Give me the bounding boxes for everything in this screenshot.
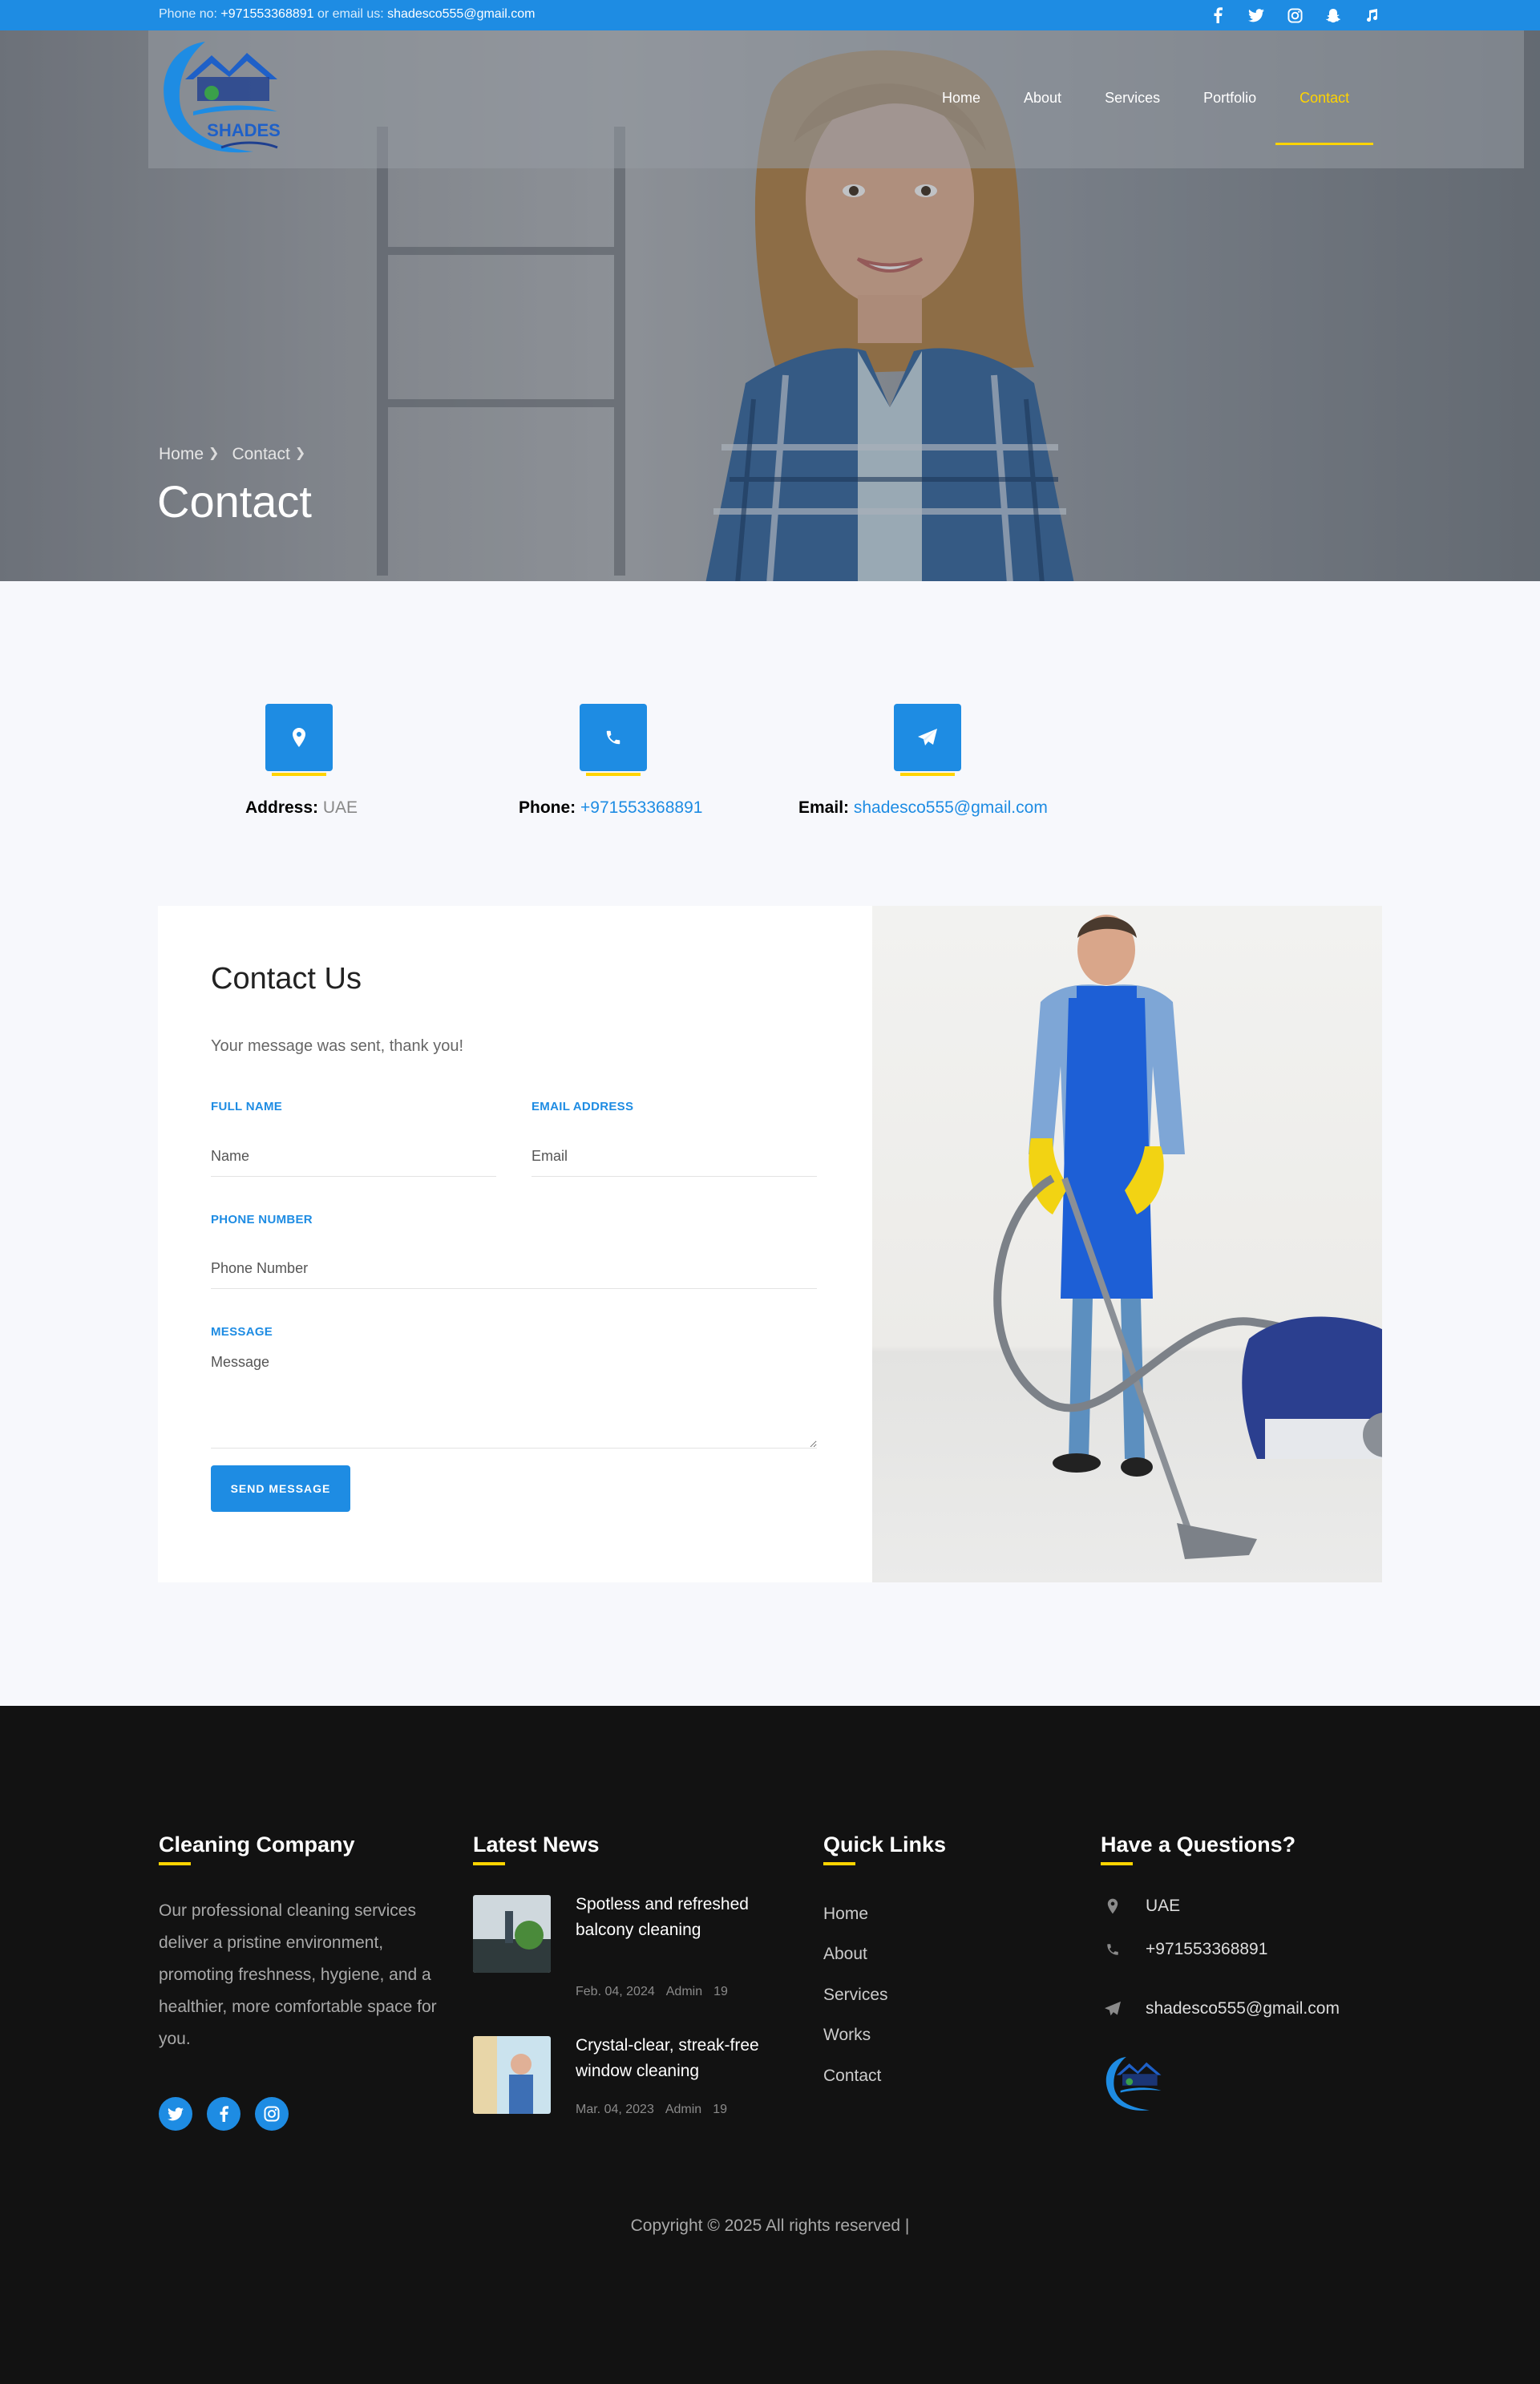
copyright: Copyright © 2025 All rights reserved | [630, 2216, 910, 2235]
page-title: Contact [157, 476, 312, 527]
phone-number-label: PHONE NUMBER [211, 1213, 313, 1226]
email-address-label: EMAIL ADDRESS [532, 1100, 634, 1113]
top-contact-info: Phone no: +971553368891 or email us: sha… [159, 7, 535, 22]
message-field[interactable] [211, 1351, 817, 1449]
address-label: Address: [245, 798, 319, 817]
instagram-icon[interactable] [255, 2097, 289, 2131]
top-social-links [1208, 6, 1381, 25]
news-comments[interactable]: 19 [713, 1985, 728, 1999]
full-name-label: FULL NAME [211, 1100, 283, 1113]
message-label: MESSAGE [211, 1325, 273, 1339]
footer-social-links [159, 2097, 289, 2131]
top-phone-link[interactable]: +971553368891 [220, 7, 313, 21]
twitter-icon[interactable] [159, 2097, 192, 2131]
music-icon[interactable] [1362, 6, 1381, 25]
footer-questions-heading: Have a Questions? [1101, 1832, 1296, 1865]
snapchat-icon[interactable] [1324, 6, 1343, 25]
email-info: Email: shadesco555@gmail.com [798, 798, 1048, 818]
paper-plane-icon [918, 729, 937, 746]
email-field[interactable] [532, 1137, 817, 1177]
phone-icon [606, 730, 620, 745]
man-with-vacuum-image [993, 915, 1382, 1559]
nav-contact[interactable]: Contact [1278, 90, 1371, 107]
phone-label: Phone no: [159, 7, 217, 21]
news-comments[interactable]: 19 [713, 2103, 727, 2117]
nav-active-indicator [1275, 143, 1373, 145]
footer-address-text: UAE [1146, 1897, 1181, 1915]
phone-icon [1101, 1942, 1125, 1957]
form-status-message: Your message was sent, thank you! [211, 1037, 463, 1055]
phone-icon-box [580, 704, 647, 776]
chevron-right-icon: ❯ [294, 446, 306, 460]
news-meta: Feb. 04, 2024 Admin 19 [576, 1985, 728, 1999]
news-author[interactable]: Admin [665, 2103, 701, 2117]
twitter-icon[interactable] [1247, 6, 1266, 25]
footer-logo[interactable] [1099, 2054, 1173, 2118]
news-meta: Mar. 04, 2023 Admin 19 [576, 2103, 727, 2117]
news-thumbnail-window[interactable] [473, 2036, 551, 2114]
email-label: or email us: [317, 7, 384, 21]
top-email-link[interactable]: shadesco555@gmail.com [387, 7, 535, 21]
footer-news-heading: Latest News [473, 1832, 600, 1865]
address-value: UAE [322, 798, 358, 817]
footer-link-home[interactable]: Home [823, 1905, 868, 1924]
email-label: Email: [798, 798, 850, 817]
news-date: Feb. 04, 2024 [576, 1985, 655, 1998]
map-marker-icon [1101, 1898, 1125, 1914]
breadcrumb: Home ❯ Contact ❯ [159, 445, 305, 464]
news-date: Mar. 04, 2023 [576, 2103, 654, 2116]
map-marker-icon [293, 728, 305, 747]
nav-about[interactable]: About [1002, 90, 1083, 107]
paper-plane-icon [1101, 2001, 1125, 2017]
footer-phone: +971553368891 [1101, 1940, 1267, 1959]
facebook-icon[interactable] [207, 2097, 240, 2131]
phone-label: Phone: [519, 798, 576, 817]
send-message-button[interactable]: SEND MESSAGE [211, 1465, 350, 1512]
address-info: Address: UAE [245, 798, 358, 818]
main-nav: Home About Services Portfolio Contact [920, 90, 1371, 107]
nav-home[interactable]: Home [920, 90, 1002, 107]
footer-email: shadesco555@gmail.com [1101, 1999, 1340, 2018]
form-title: Contact Us [211, 962, 362, 996]
nav-portfolio[interactable]: Portfolio [1182, 90, 1278, 107]
footer-link-services[interactable]: Services [823, 1986, 888, 2005]
footer-link-works[interactable]: Works [823, 2026, 871, 2045]
phone-number-field[interactable] [211, 1249, 817, 1289]
email-icon-box [894, 704, 961, 776]
news-title-link[interactable]: Spotless and refreshed balcony cleaning [576, 1892, 760, 1943]
news-author[interactable]: Admin [666, 1985, 702, 1999]
footer-link-contact[interactable]: Contact [823, 2067, 881, 2086]
chevron-right-icon: ❯ [208, 446, 220, 460]
email-link[interactable]: shadesco555@gmail.com [854, 798, 1048, 817]
footer-links-heading: Quick Links [823, 1832, 947, 1865]
footer-about-text: Our professional cleaning services deliv… [159, 1901, 437, 2048]
contact-form-card: Contact Us Your message was sent, thank … [158, 906, 872, 1582]
phone-info: Phone: +971553368891 [519, 798, 702, 818]
breadcrumb-home[interactable]: Home [159, 445, 204, 464]
top-bar: Phone no: +971553368891 or email us: sha… [0, 0, 1540, 30]
nav-services[interactable]: Services [1083, 90, 1182, 107]
footer-email-link[interactable]: shadesco555@gmail.com [1146, 1999, 1340, 2018]
footer-phone-link[interactable]: +971553368891 [1146, 1940, 1267, 1959]
logo-wordmark: SHADES [207, 120, 281, 140]
instagram-icon[interactable] [1285, 6, 1304, 25]
news-thumbnail-balcony[interactable] [473, 1895, 551, 1973]
full-name-field[interactable] [211, 1137, 496, 1177]
footer-link-about[interactable]: About [823, 1945, 867, 1964]
cleaner-photo [872, 906, 1382, 1582]
news-title-link[interactable]: Crystal-clear, streak-free window cleani… [576, 2033, 760, 2084]
footer-address: UAE [1101, 1897, 1180, 1916]
facebook-icon[interactable] [1208, 6, 1227, 25]
footer-about-heading: Cleaning Company [159, 1832, 355, 1865]
address-icon-box [265, 704, 333, 776]
breadcrumb-contact[interactable]: Contact [232, 445, 289, 464]
phone-link[interactable]: +971553368891 [580, 798, 702, 817]
shades-logo[interactable]: SHADES [149, 35, 301, 168]
